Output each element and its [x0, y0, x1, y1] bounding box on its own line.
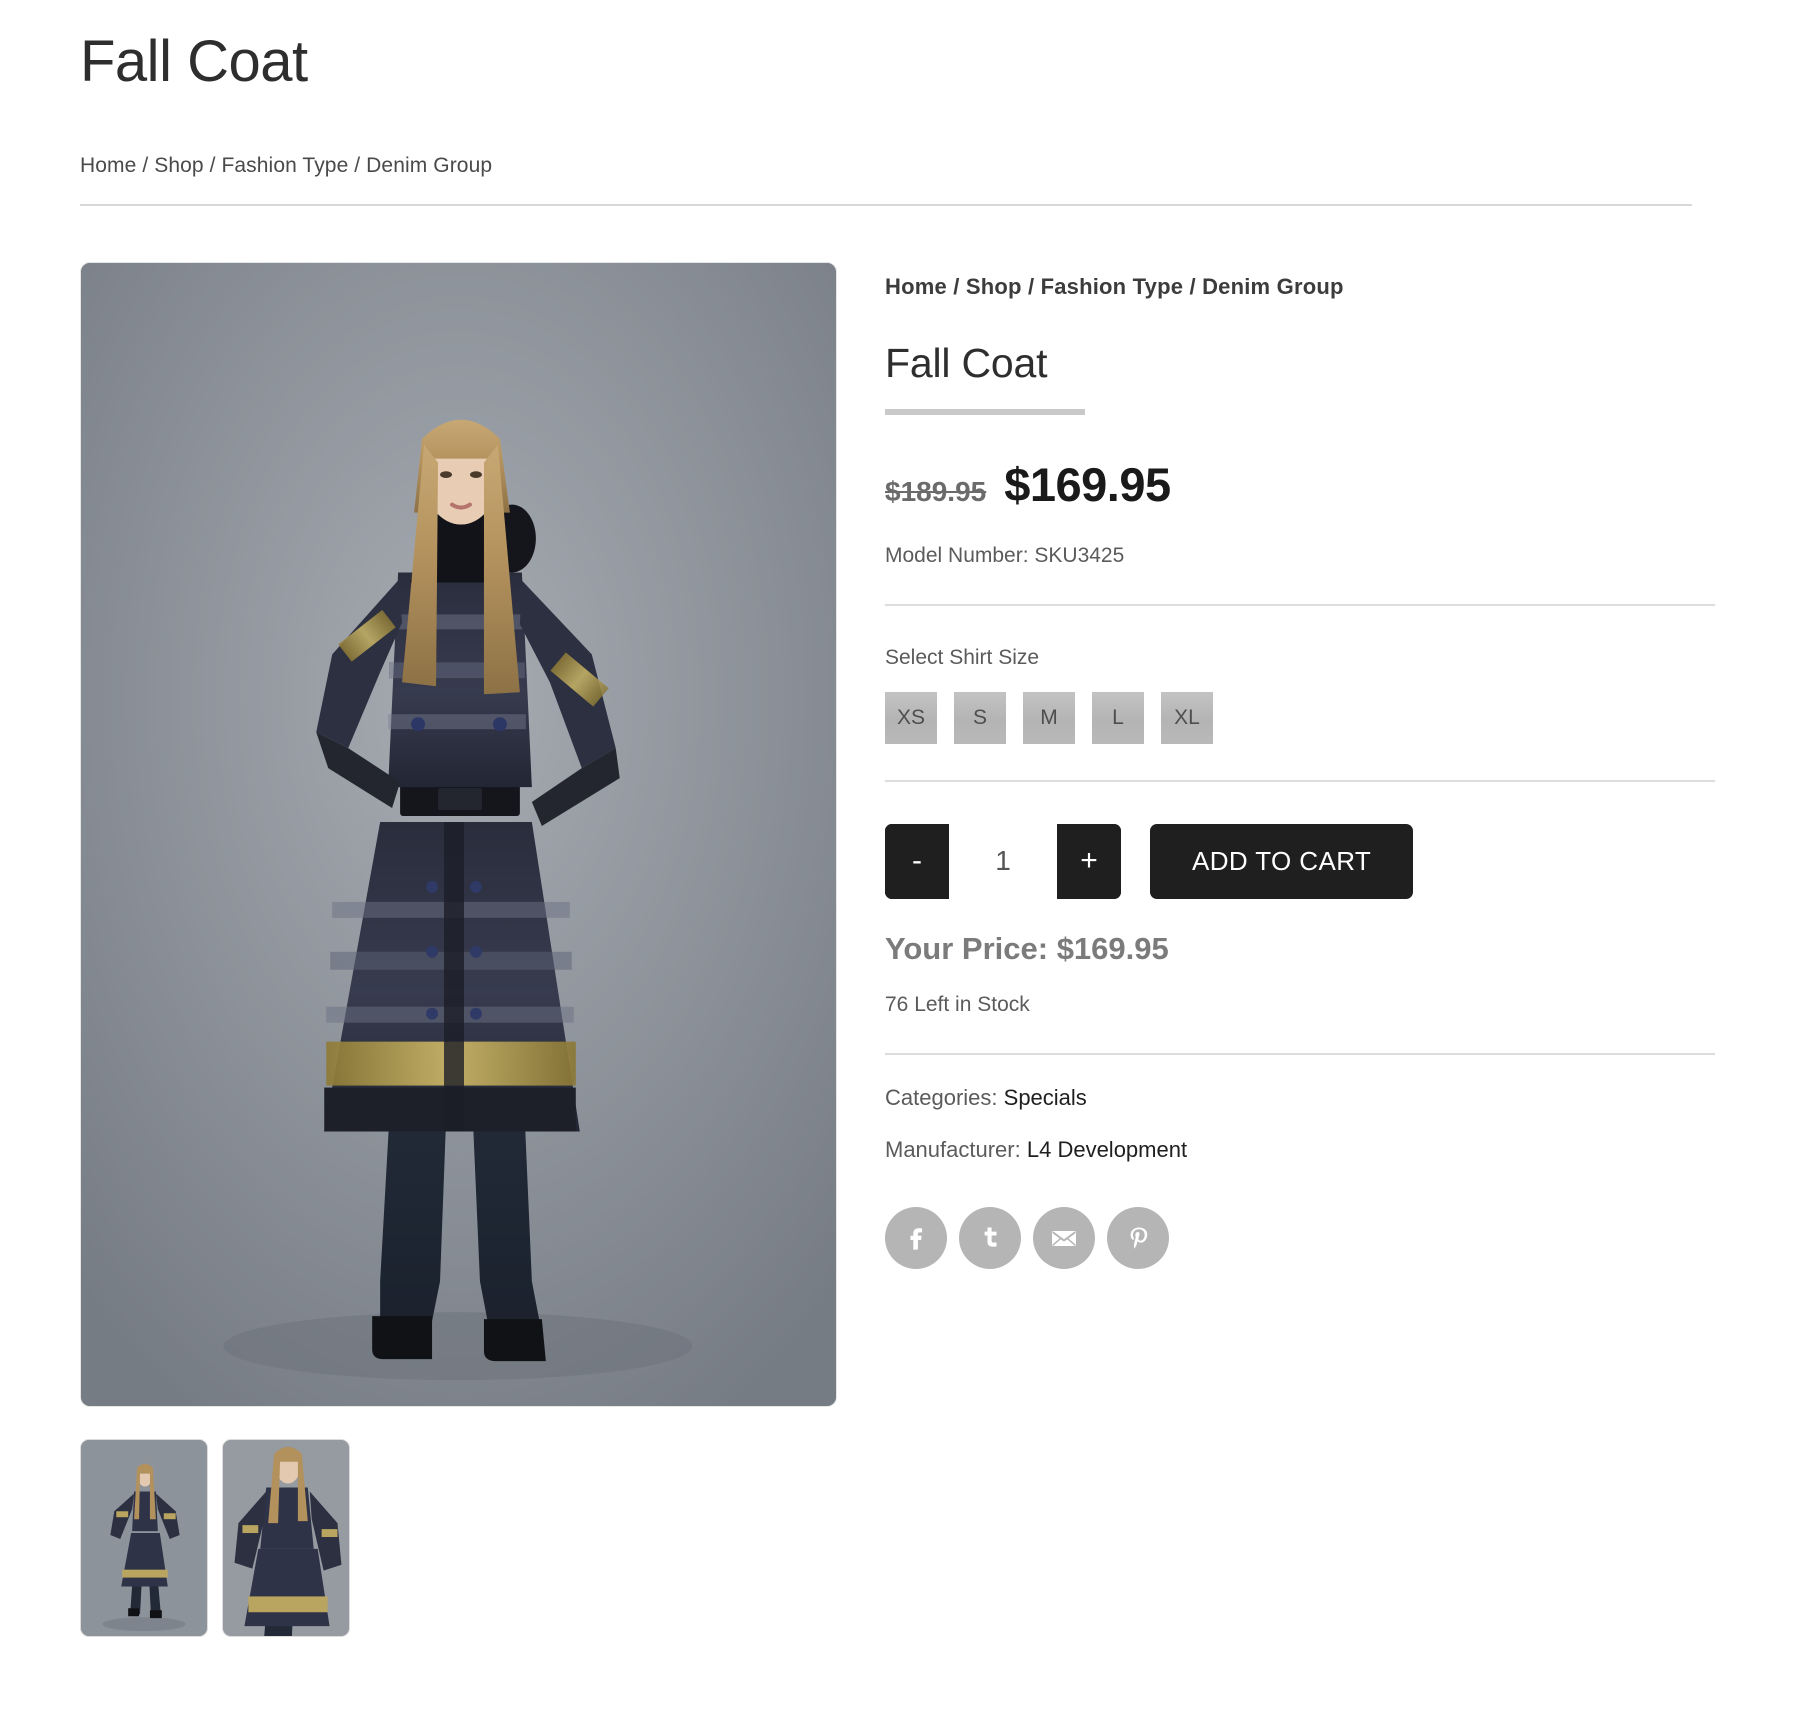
size-option-l[interactable]: L: [1092, 691, 1144, 744]
categories-label: Categories:: [885, 1084, 998, 1110]
main-product-photo: [81, 262, 836, 1406]
size-selector: XS S M L XL: [885, 691, 1720, 744]
divider-above-meta: [885, 1052, 1715, 1055]
size-option-m[interactable]: M: [1023, 691, 1075, 744]
facebook-icon: [910, 1227, 923, 1250]
size-option-s[interactable]: S: [954, 691, 1006, 744]
size-option-xl[interactable]: XL: [1161, 691, 1213, 744]
thumbnail-1-photo: [81, 1439, 207, 1636]
product-content: Home / Shop / Fashion Type / Denim Group…: [0, 206, 1800, 1637]
product-gallery: [80, 261, 840, 1637]
product-name: Fall Coat: [885, 339, 1048, 386]
product-detail-page: Fall Coat Home / Shop / Fashion Type / D…: [0, 0, 1800, 1727]
thumbnail-2-photo: [223, 1439, 349, 1636]
email-icon: [1052, 1230, 1076, 1246]
current-price: $169.95: [1004, 457, 1171, 511]
email-share-button[interactable]: [1033, 1206, 1095, 1269]
thumbnail-1[interactable]: [80, 1438, 208, 1637]
page-header: Fall Coat Home / Shop / Fashion Type / D…: [0, 0, 1800, 206]
stock-status: 76 Left in Stock: [885, 992, 1030, 1016]
thumbnail-2[interactable]: [222, 1438, 350, 1637]
categories-value[interactable]: Specials: [1004, 1085, 1087, 1110]
manufacturer-label: Manufacturer:: [885, 1136, 1021, 1162]
quantity-input[interactable]: [949, 823, 1057, 899]
divider-above-cart: [885, 779, 1715, 782]
add-to-cart-button[interactable]: ADD TO CART: [1150, 823, 1414, 899]
twitter-share-button[interactable]: [959, 1206, 1021, 1269]
size-selector-label: Select Shirt Size: [885, 645, 1040, 669]
twitter-icon: [984, 1227, 997, 1247]
title-accent-bar: [885, 408, 1085, 415]
breadcrumb-product[interactable]: Home / Shop / Fashion Type / Denim Group: [885, 274, 1720, 300]
pinterest-icon: [1130, 1227, 1148, 1249]
price-block: $189.95 $169.95: [885, 457, 1720, 512]
page-title: Fall Coat: [80, 29, 308, 94]
divider-above-sizes: [885, 603, 1715, 606]
manufacturer-value[interactable]: L4 Development: [1027, 1137, 1187, 1162]
pinterest-share-button[interactable]: [1107, 1206, 1169, 1269]
quantity-stepper: - +: [885, 823, 1121, 899]
quantity-increment-button[interactable]: +: [1057, 823, 1121, 899]
purchase-controls: - + ADD TO CART: [885, 823, 1720, 899]
facebook-share-button[interactable]: [885, 1206, 947, 1269]
size-option-xs[interactable]: XS: [885, 691, 937, 744]
model-number: Model Number: SKU3425: [885, 543, 1125, 567]
quantity-decrement-button[interactable]: -: [885, 823, 949, 899]
categories-row: Categories: Specials: [885, 1085, 1720, 1111]
main-product-image[interactable]: [80, 261, 837, 1407]
product-info: Home / Shop / Fashion Type / Denim Group…: [840, 262, 1720, 1269]
breadcrumb-top[interactable]: Home / Shop / Fashion Type / Denim Group: [80, 154, 1720, 178]
social-share-bar: [885, 1206, 1720, 1269]
thumbnail-strip: [80, 1438, 840, 1637]
your-price: Your Price: $169.95: [885, 930, 1169, 966]
manufacturer-row: Manufacturer: L4 Development: [885, 1137, 1720, 1163]
original-price: $189.95: [885, 475, 987, 507]
